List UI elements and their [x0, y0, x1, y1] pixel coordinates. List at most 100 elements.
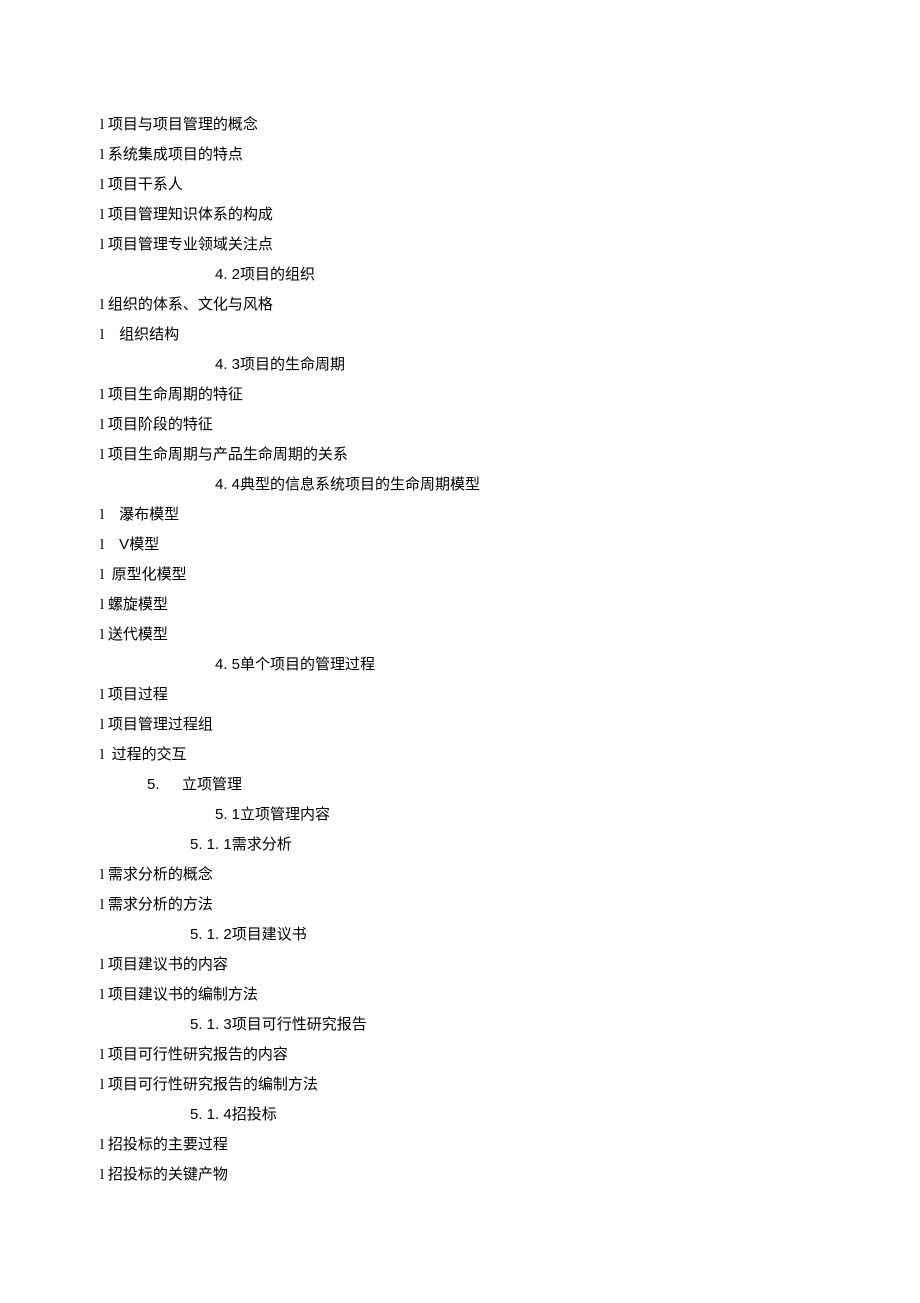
heading-number: 5. 1. 2 [190, 926, 232, 943]
list-item-text: 招投标的主要过程 [108, 1137, 228, 1153]
list-item: l 系统集成项目的特点 [100, 140, 820, 170]
heading-number: 4. 4 [215, 476, 240, 493]
list-item: l 项目管理专业领域关注点 [100, 230, 820, 260]
bullet-bar: l [100, 177, 108, 193]
list-item: l 项目可行性研究报告的内容 [100, 1040, 820, 1070]
heading-number: 5. [147, 776, 160, 793]
bullet-bar: l [100, 747, 112, 763]
list-item-text: 项目建议书的内容 [108, 957, 228, 973]
list-item-text: 项目生命周期与产品生命周期的关系 [108, 447, 348, 463]
list-item: l 项目与项目管理的概念 [100, 110, 820, 140]
heading-text: 项目的组织 [240, 267, 315, 283]
list-item-text: 项目阶段的特征 [108, 417, 213, 433]
heading-level-2: 4. 5单个项目的管理过程 [215, 650, 820, 680]
bullet-bar: l [100, 897, 108, 913]
bullet-bar: l [100, 1167, 108, 1183]
list-item-text: 项目管理知识体系的构成 [108, 207, 273, 223]
heading-level-3: 5. 1. 3项目可行性研究报告 [190, 1010, 820, 1040]
list-item: l 项目过程 [100, 680, 820, 710]
list-item: l 项目管理过程组 [100, 710, 820, 740]
list-item-text: 系统集成项目的特点 [108, 147, 243, 163]
list-item: l 组织的体系、文化与风格 [100, 290, 820, 320]
bullet-bar: l [100, 297, 108, 313]
bullet-bar: l [100, 1047, 108, 1063]
bullet-bar: l [100, 987, 108, 1003]
bullet-bar: l [100, 597, 108, 613]
list-item: l 螺旋模型 [100, 590, 820, 620]
heading-text: 项目的生命周期 [240, 357, 345, 373]
list-item-text: 项目生命周期的特征 [108, 387, 243, 403]
heading-level-3: 5. 1. 2项目建议书 [190, 920, 820, 950]
list-item: l 需求分析的概念 [100, 860, 820, 890]
v-label: V [119, 536, 129, 553]
heading-level-3: 5. 1. 1需求分析 [190, 830, 820, 860]
bullet-bar: l [100, 957, 108, 973]
heading-level-2: 4. 2项目的组织 [215, 260, 820, 290]
bullet-bar: l [100, 207, 108, 223]
document-body: l 项目与项目管理的概念l 系统集成项目的特点l 项目干系人l 项目管理知识体系… [100, 110, 820, 1190]
list-item-text: 过程的交互 [112, 747, 187, 763]
list-item-text: 项目管理专业领域关注点 [108, 237, 273, 253]
bullet-bar: l [100, 507, 119, 523]
heading-text: 立项管理内容 [240, 807, 330, 823]
list-item-text: 送代模型 [108, 627, 168, 643]
list-item: l 项目干系人 [100, 170, 820, 200]
bullet-bar: l [100, 447, 108, 463]
list-item: l 项目阶段的特征 [100, 410, 820, 440]
list-item: l 项目生命周期与产品生命周期的关系 [100, 440, 820, 470]
list-item: l 项目建议书的编制方法 [100, 980, 820, 1010]
bullet-bar: l [100, 1137, 108, 1153]
list-item: l 瀑布模型 [100, 500, 820, 530]
bullet-bar: l [100, 537, 119, 553]
list-item-text: 项目与项目管理的概念 [108, 117, 258, 133]
heading-number: 4. 2 [215, 266, 240, 283]
bullet-bar: l [100, 327, 119, 343]
list-item-text: 项目建议书的编制方法 [108, 987, 258, 1003]
bullet-bar: l [100, 417, 108, 433]
list-item: l 项目管理知识体系的构成 [100, 200, 820, 230]
list-item-text: 螺旋模型 [108, 597, 168, 613]
outline-list: l 项目与项目管理的概念l 系统集成项目的特点l 项目干系人l 项目管理知识体系… [100, 110, 820, 1190]
heading-number: 4. 3 [215, 356, 240, 373]
bullet-bar: l [100, 627, 108, 643]
bullet-bar: l [100, 867, 108, 883]
list-item-text: 项目可行性研究报告的内容 [108, 1047, 288, 1063]
list-item-text: 项目过程 [108, 687, 168, 703]
heading-level-1: 5. 立项管理 [147, 770, 820, 800]
heading-text: 需求分析 [232, 837, 292, 853]
bullet-bar: l [100, 717, 108, 733]
list-item-text: 组织结构 [119, 327, 179, 343]
list-item: l 项目可行性研究报告的编制方法 [100, 1070, 820, 1100]
list-item-text: 原型化模型 [112, 567, 187, 583]
heading-text: 项目建议书 [232, 927, 307, 943]
list-item: l 原型化模型 [100, 560, 820, 590]
list-item-text: 项目干系人 [108, 177, 183, 193]
heading-text: 立项管理 [182, 777, 242, 793]
list-item-text: 瀑布模型 [119, 507, 179, 523]
heading-number: 5. 1 [215, 806, 240, 823]
list-item: l 过程的交互 [100, 740, 820, 770]
list-item-text: 组织的体系、文化与风格 [108, 297, 273, 313]
list-item: l 招投标的关键产物 [100, 1160, 820, 1190]
heading-level-3: 5. 1. 4招投标 [190, 1100, 820, 1130]
list-item-text: 项目管理过程组 [108, 717, 213, 733]
heading-level-2: 4. 3项目的生命周期 [215, 350, 820, 380]
list-item-text: 项目可行性研究报告的编制方法 [108, 1077, 318, 1093]
bullet-bar: l [100, 147, 108, 163]
list-item: l 组织结构 [100, 320, 820, 350]
heading-level-2: 5. 1立项管理内容 [215, 800, 820, 830]
bullet-bar: l [100, 117, 108, 133]
heading-number: 5. 1. 4 [190, 1106, 232, 1123]
bullet-bar: l [100, 1077, 108, 1093]
bullet-bar: l [100, 237, 108, 253]
list-item: l 需求分析的方法 [100, 890, 820, 920]
heading-text: 典型的信息系统项目的生命周期模型 [240, 477, 480, 493]
heading-text: 招投标 [232, 1107, 277, 1123]
list-item: l V模型 [100, 530, 820, 560]
heading-number: 5. 1. 3 [190, 1016, 232, 1033]
bullet-bar: l [100, 567, 112, 583]
list-item: l 招投标的主要过程 [100, 1130, 820, 1160]
list-item-text: 模型 [129, 537, 159, 553]
heading-text: 单个项目的管理过程 [240, 657, 375, 673]
list-item: l 项目建议书的内容 [100, 950, 820, 980]
